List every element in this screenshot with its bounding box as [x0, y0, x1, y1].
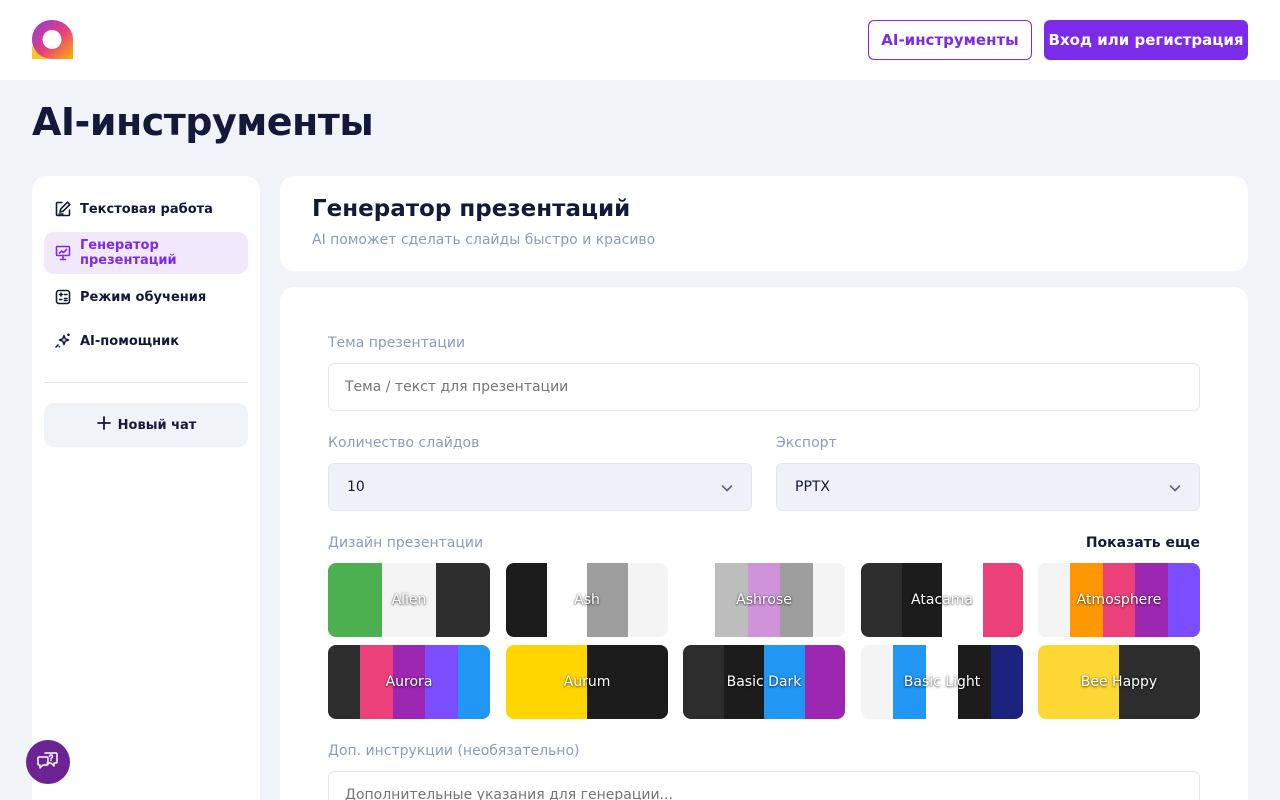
export-value: PPTX	[795, 479, 831, 495]
sparkles-icon	[54, 332, 72, 350]
sidebar: Текстовая работа Генератор презентаций Р…	[32, 176, 260, 800]
theme-card[interactable]: Basic Dark	[683, 645, 845, 719]
logo[interactable]	[31, 19, 75, 61]
presentation-icon	[54, 244, 72, 262]
sidebar-divider	[44, 382, 248, 383]
theme-name: Ash	[574, 592, 600, 608]
chat-question-icon	[36, 748, 60, 776]
chevron-down-icon	[719, 480, 735, 496]
theme-card[interactable]: Atacama	[861, 563, 1023, 637]
theme-card[interactable]: Aurora	[328, 645, 490, 719]
theme-name: Ashrose	[736, 592, 792, 608]
tool-header-card: Генератор презентаций AI поможет сделать…	[280, 176, 1248, 271]
theme-name: Alien	[391, 592, 427, 608]
chevron-down-icon	[1167, 480, 1183, 496]
sidebar-item-learning-mode[interactable]: Режим обучения	[44, 276, 248, 318]
new-chat-button[interactable]: Новый чат	[44, 403, 248, 447]
theme-card[interactable]: Bee Happy	[1038, 645, 1200, 719]
sidebar-item-label: Текстовая работа	[80, 201, 213, 217]
presentation-form: Тема презентации Количество слайдов 10 Э…	[280, 287, 1248, 800]
slides-count-value: 10	[347, 479, 365, 495]
design-label: Дизайн презентации	[328, 535, 484, 551]
theme-name: Atacama	[911, 592, 973, 608]
theme-card[interactable]: Ash	[506, 563, 668, 637]
export-select[interactable]: PPTX	[776, 463, 1200, 511]
extra-instructions-input[interactable]	[328, 771, 1200, 800]
theme-card[interactable]: Aurum	[506, 645, 668, 719]
theme-card[interactable]: Atmosphere	[1038, 563, 1200, 637]
sidebar-item-label: Режим обучения	[80, 289, 207, 305]
topic-input[interactable]	[328, 363, 1200, 411]
tool-subtitle: AI поможет сделать слайды быстро и краси…	[312, 232, 656, 248]
extra-instructions-label: Доп. инструкции (необязательно)	[328, 743, 580, 759]
sidebar-item-label: AI-помощник	[80, 333, 180, 349]
plus-icon	[96, 415, 112, 435]
sidebar-item-presentation-generator[interactable]: Генератор презентаций	[44, 232, 248, 274]
sidebar-item-text-work[interactable]: Текстовая работа	[44, 188, 248, 230]
sidebar-item-ai-assistant[interactable]: AI-помощник	[44, 320, 248, 362]
theme-name: Atmosphere	[1076, 592, 1162, 608]
topic-label: Тема презентации	[328, 335, 466, 351]
theme-name: Basic Light	[903, 674, 981, 690]
theme-name: Bee Happy	[1080, 674, 1158, 690]
export-label: Экспорт	[776, 435, 837, 451]
sidebar-item-label: Генератор презентаций	[80, 238, 177, 268]
show-more-button[interactable]: Показать еще	[1086, 535, 1200, 551]
login-register-button[interactable]: Вход или регистрация	[1044, 20, 1248, 60]
tool-title: Генератор презентаций	[312, 196, 631, 222]
theme-grid: Alien Ash Ashrose Atacama Atmosphere Aur…	[328, 563, 1200, 719]
page-title: AI-инструменты	[32, 100, 374, 144]
theme-name: Aurum	[563, 674, 611, 690]
calculator-icon	[54, 288, 72, 306]
ai-tools-button[interactable]: AI-инструменты	[868, 20, 1032, 60]
edit-icon	[54, 200, 72, 218]
theme-name: Basic Dark	[726, 674, 802, 690]
theme-card[interactable]: Alien	[328, 563, 490, 637]
slides-count-label: Количество слайдов	[328, 435, 480, 451]
new-chat-label: Новый чат	[117, 417, 197, 433]
theme-card[interactable]: Ashrose	[683, 563, 845, 637]
top-bar: AI-инструменты Вход или регистрация	[0, 0, 1280, 80]
help-chat-button[interactable]	[26, 740, 70, 784]
slides-count-select[interactable]: 10	[328, 463, 752, 511]
theme-name: Aurora	[385, 674, 433, 690]
theme-card[interactable]: Basic Light	[861, 645, 1023, 719]
